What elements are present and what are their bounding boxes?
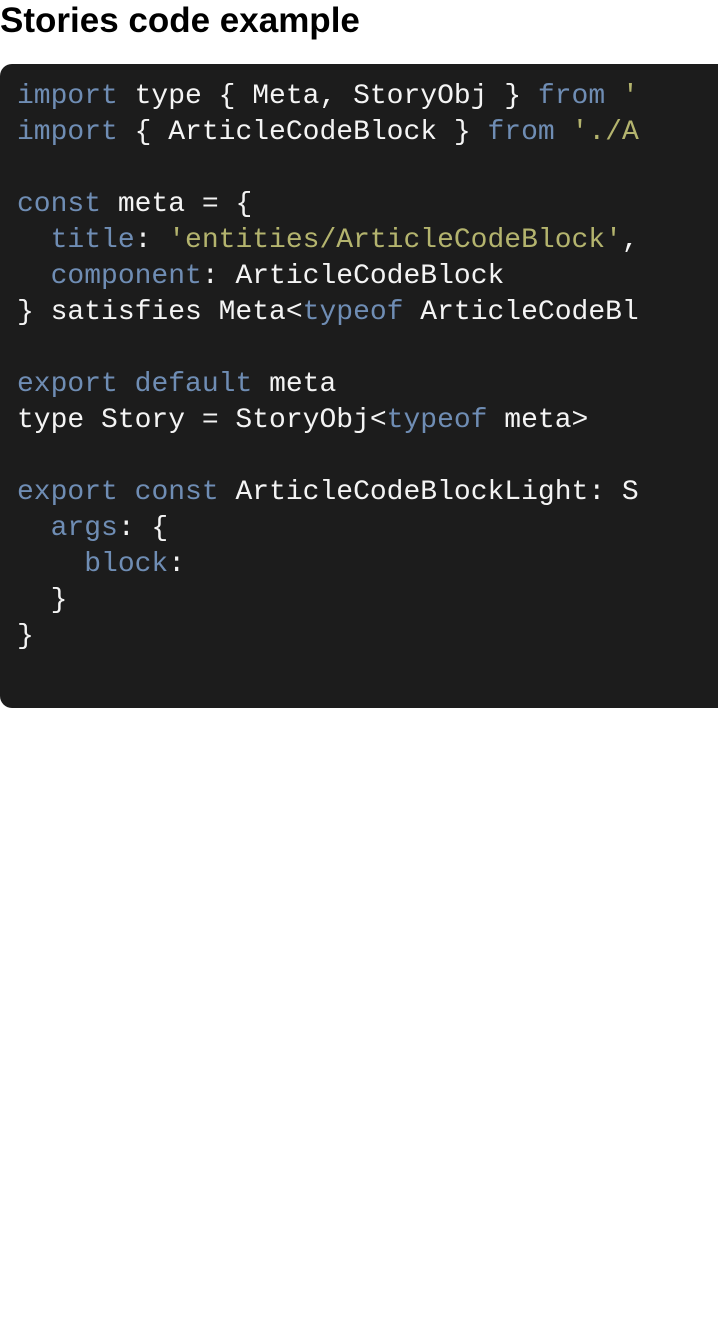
code-line: component: ArticleCodeBlock — [17, 259, 639, 295]
code-line: args: { — [17, 511, 639, 547]
code-text: meta = { — [101, 189, 253, 220]
code-line: export const ArticleCodeBlockLight: S — [17, 475, 639, 511]
code-keyword: default — [134, 369, 253, 400]
code-keyword: title — [50, 225, 135, 256]
code-text: : ArticleCodeBlock — [201, 261, 505, 292]
code-text: type Story = StoryObj< — [17, 405, 387, 436]
code-viewport[interactable]: import type { Meta, StoryObj } from ' imp… — [0, 64, 718, 708]
code-line: } satisfies Meta<typeof ArticleCodeBl — [17, 295, 639, 331]
code-text: type { Meta, StoryObj } — [117, 81, 538, 112]
code-keyword: from — [487, 117, 555, 148]
code-text: meta — [252, 369, 337, 400]
code-line: const meta = { — [17, 187, 639, 223]
code-string: './A — [571, 117, 639, 148]
code-text: } — [17, 585, 68, 616]
code-text: } satisfies Meta< — [17, 297, 303, 328]
code-keyword: typeof — [302, 297, 404, 328]
code-text: : — [168, 549, 186, 580]
code-block: import type { Meta, StoryObj } from ' imp… — [0, 64, 718, 708]
code-keyword: args — [50, 513, 118, 544]
code-line: type Story = StoryObj<typeof meta> — [17, 403, 639, 439]
code-string: 'entities/ArticleCodeBlock' — [168, 225, 622, 256]
code-line: block: — [17, 547, 639, 583]
code-keyword: const — [17, 189, 102, 220]
code-line: export default meta — [17, 367, 639, 403]
code-keyword: component — [50, 261, 202, 292]
code-keyword: import — [17, 81, 118, 112]
code-keyword: block — [84, 549, 169, 580]
page-title: Stories code example — [0, 1, 360, 40]
code-line: } — [17, 619, 639, 655]
code-keyword: typeof — [386, 405, 488, 436]
code-line: title: 'entities/ArticleCodeBlock', — [17, 223, 639, 259]
code-keyword: export — [17, 477, 118, 508]
code-line: } — [17, 583, 639, 619]
code-line: import type { Meta, StoryObj } from ' — [17, 79, 639, 115]
code-text: : { — [117, 513, 169, 544]
code-keyword: export — [17, 369, 118, 400]
code-keyword: from — [537, 81, 606, 112]
code-text: ArticleCodeBl — [403, 297, 639, 328]
code-keyword: import — [17, 117, 118, 148]
code-keyword: const — [134, 477, 219, 508]
code-text: } — [17, 621, 34, 652]
code-string: ' — [621, 81, 639, 112]
code-lines: import type { Meta, StoryObj } from ' imp… — [17, 79, 639, 655]
code-text: { ArticleCodeBlock } — [117, 117, 488, 148]
code-text: meta> — [487, 405, 589, 436]
code-line: import { ArticleCodeBlock } from './A — [17, 115, 639, 151]
code-text: , — [621, 225, 639, 256]
code-text: : — [134, 225, 169, 256]
code-text: ArticleCodeBlockLight: S — [218, 477, 639, 508]
